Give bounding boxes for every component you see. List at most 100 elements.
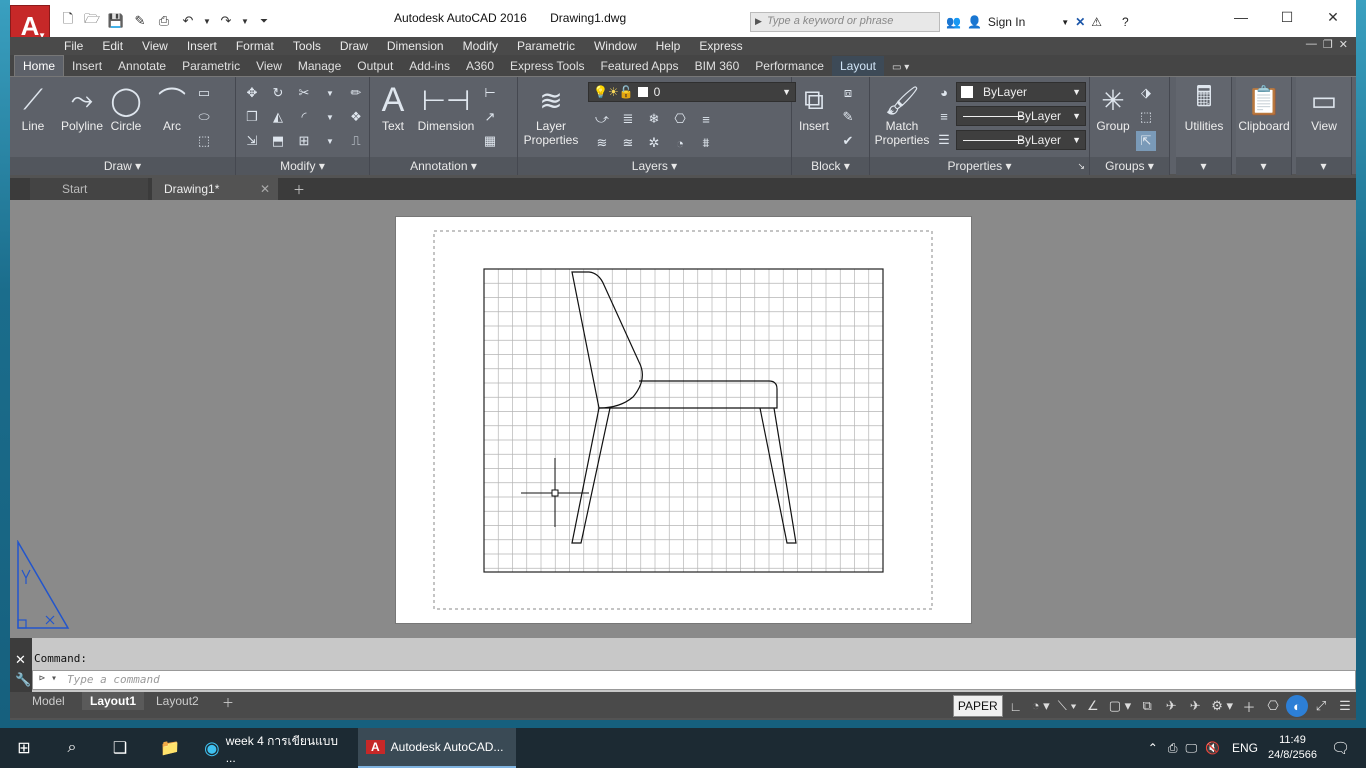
offset-icon[interactable]: ⎍ [346, 131, 366, 151]
insert-block-tool[interactable]: ⧉ Insert [794, 81, 834, 134]
clipboard-expand-icon[interactable]: ▾ [1236, 157, 1291, 175]
isodraft-icon[interactable]: ⟍ ▾ [1055, 695, 1080, 717]
rotate-icon[interactable]: ↻ [268, 83, 288, 103]
linear-dimension-icon[interactable]: ⊢ [480, 83, 500, 103]
layer-merge-icon[interactable]: ⩩ [696, 133, 716, 153]
new-tab-icon[interactable]: ＋ [286, 178, 312, 200]
array-icon[interactable]: ⊞ [294, 131, 314, 151]
units-icon[interactable]: ⎔ [1262, 695, 1284, 717]
line-tool[interactable]: ⟋ Line [16, 81, 50, 134]
close-icon[interactable]: ✕ [1310, 0, 1356, 34]
group-edit-icon[interactable]: ⬚ [1136, 107, 1156, 127]
layer-dropdown[interactable]: 💡☀🔓 0 ▼ [588, 82, 796, 102]
explode-icon[interactable]: ❖ [346, 107, 366, 127]
autodesk-account-icon[interactable]: ⚠ [1091, 15, 1102, 29]
mirror-icon[interactable]: ◭ [268, 107, 288, 127]
undo-dropdown-icon[interactable]: ▼ [202, 11, 212, 31]
tab-manage[interactable]: Manage [290, 56, 349, 76]
layers-panel-title[interactable]: Layers ▾ [518, 157, 791, 175]
tab-performance[interactable]: Performance [747, 56, 832, 76]
new-layout-icon[interactable]: ＋ [214, 692, 242, 710]
match-properties-tool[interactable]: 🖌 Match Properties [872, 81, 932, 148]
command-input[interactable]: ⊳ ▾ Type a command [32, 670, 1356, 690]
create-block-icon[interactable]: ⧈ [838, 83, 858, 103]
redo-dropdown-icon[interactable]: ▼ [240, 11, 250, 31]
customize-wrench-icon[interactable]: 🔧 [15, 672, 31, 688]
view-tool[interactable]: ▭ View [1296, 81, 1352, 134]
lineweight-dropdown[interactable]: ByLayer ▼ [956, 130, 1086, 150]
tab-drawing1[interactable]: Drawing1* ✕ [152, 178, 278, 200]
properties-panel-title[interactable]: Properties ▾ ↘ [870, 157, 1089, 175]
notifications-icon[interactable]: 🗨 [1331, 739, 1350, 757]
menu-insert[interactable]: Insert [187, 39, 217, 53]
menu-draw[interactable]: Draw [340, 39, 368, 53]
layer-off-icon[interactable]: ⤻ [592, 109, 612, 129]
plot-icon[interactable]: ⎙ [154, 11, 174, 31]
layer-previous-icon[interactable]: ◔ [670, 133, 690, 153]
customization-menu-icon[interactable]: ☰ [1334, 695, 1356, 717]
stretch-icon[interactable]: ⇲ [242, 131, 262, 151]
rectangle-icon[interactable]: ▭ [194, 83, 214, 103]
binoculars-icon[interactable]: 👥 [946, 15, 961, 29]
clipboard-tool[interactable]: 📋 Clipboard [1236, 81, 1292, 134]
clean-screen-icon[interactable]: ⤢ [1310, 695, 1332, 717]
block-attributes-icon[interactable]: ✔ [838, 131, 858, 151]
paper-space-toggle[interactable]: PAPER [952, 695, 1003, 717]
dimension-tool[interactable]: ⊢⊣ Dimension [414, 81, 478, 134]
menu-help[interactable]: Help [656, 39, 681, 53]
minimize-icon[interactable]: — [1218, 0, 1264, 34]
modify-panel-title[interactable]: Modify ▾ [236, 157, 369, 175]
undo-icon[interactable]: ↶ [178, 11, 198, 31]
trim-dropdown-icon[interactable]: ▼ [320, 83, 340, 103]
tab-parametric[interactable]: Parametric [174, 56, 248, 76]
layer-unisolate-icon[interactable]: ✲ [644, 133, 664, 153]
fillet-dropdown-icon[interactable]: ▼ [320, 107, 340, 127]
tab-start[interactable]: Start [30, 178, 148, 200]
menu-modify[interactable]: Modify [463, 39, 498, 53]
move-icon[interactable]: ✥ [242, 83, 262, 103]
layer-lock-icon[interactable]: ⎔ [670, 109, 690, 129]
redo-icon[interactable]: ↷ [216, 11, 236, 31]
tab-express-tools[interactable]: Express Tools [502, 56, 592, 76]
sign-in-button[interactable]: Sign In [988, 15, 1025, 29]
network-icon[interactable]: 🖵 [1185, 741, 1197, 756]
object-snap-tracking-icon[interactable]: ∠ [1082, 695, 1104, 717]
doc-minimize-icon[interactable]: — [1306, 38, 1317, 51]
menu-parametric[interactable]: Parametric [517, 39, 575, 53]
hardware-acceleration-icon[interactable]: ◐ [1286, 695, 1308, 717]
tab-insert[interactable]: Insert [64, 56, 110, 76]
exchange-apps-icon[interactable]: ✕ [1075, 15, 1085, 29]
copy-icon[interactable]: ❐ [242, 107, 262, 127]
group-tool[interactable]: ✳ Group [1092, 81, 1134, 134]
trim-icon[interactable]: ✂ [294, 83, 314, 103]
tab-model[interactable]: Model [24, 692, 73, 710]
menu-edit[interactable]: Edit [102, 39, 123, 53]
close-command-line-icon[interactable]: ✕ [15, 652, 26, 668]
tab-output[interactable]: Output [349, 56, 401, 76]
block-panel-title[interactable]: Block ▾ [792, 157, 869, 175]
tab-featured-apps[interactable]: Featured Apps [593, 56, 687, 76]
annotation-scale-icon[interactable]: ✈ [1160, 695, 1182, 717]
customize-qat-icon[interactable]: ⏷ [254, 11, 274, 31]
clock[interactable]: 11:49 24/8/2566 [1268, 733, 1317, 763]
layer-walk-icon[interactable]: ≊ [618, 133, 638, 153]
search-input[interactable]: ▶ Type a keyword or phrase [750, 12, 940, 32]
array-dropdown-icon[interactable]: ▼ [320, 131, 340, 151]
clipboard-panel[interactable]: 📋 Clipboard ▾ [1236, 77, 1292, 175]
language-indicator[interactable]: ENG [1232, 741, 1258, 755]
groups-panel-title[interactable]: Groups ▾ [1090, 157, 1169, 175]
utilities-expand-icon[interactable]: ▾ [1176, 157, 1231, 175]
new-file-icon[interactable]: 🗋 [58, 11, 78, 31]
object-snap-icon[interactable]: ▢ ▾ [1106, 695, 1134, 717]
menu-tools[interactable]: Tools [293, 39, 321, 53]
doc-restore-icon[interactable]: ❐ [1323, 38, 1333, 51]
volume-icon[interactable]: 🔇 [1205, 741, 1220, 755]
ungroup-icon[interactable]: ⬗ [1136, 83, 1156, 103]
draw-panel-title[interactable]: Draw ▾ [10, 157, 235, 175]
annotation-panel-title[interactable]: Annotation ▾ [370, 157, 517, 175]
tab-annotate[interactable]: Annotate [110, 56, 174, 76]
menu-format[interactable]: Format [236, 39, 274, 53]
polar-tracking-icon[interactable]: ◔ ▾ [1029, 695, 1053, 717]
annotation-monitor-icon[interactable]: ＋ [1238, 695, 1260, 717]
edit-block-icon[interactable]: ✎ [838, 107, 858, 127]
